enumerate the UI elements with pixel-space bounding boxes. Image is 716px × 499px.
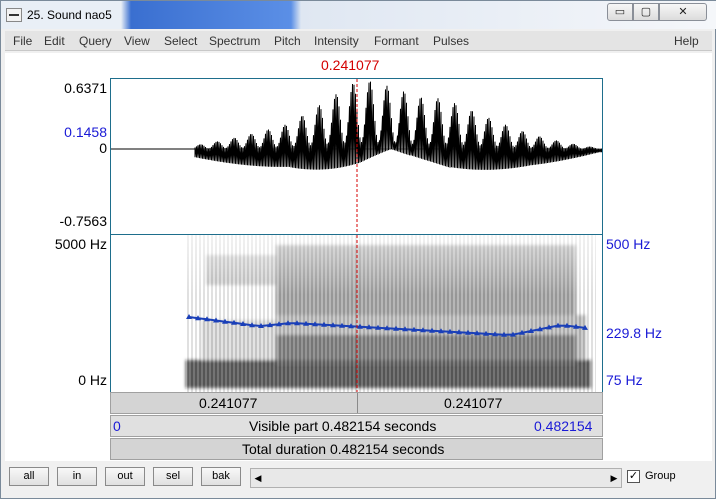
visible-part-label[interactable]: Visible part 0.482154 seconds [249,418,436,434]
title-bar[interactable]: 25. Sound nao5 ▭ ▢ ✕ [1,1,716,29]
waveform-cursor-value-label: 0.1458 [64,124,107,140]
scroll-right-arrow-icon[interactable]: ▶ [607,469,621,487]
menu-intensity[interactable]: Intensity [314,34,359,48]
cursor-divider [357,393,358,413]
scroll-left-arrow-icon[interactable]: ◀ [251,469,265,487]
pitch-min-label: 75 Hz [606,372,643,388]
minimize-button[interactable]: ▭ [607,3,633,21]
waveform-plot [111,79,602,234]
waveform-zero-label: 0 [99,140,107,156]
zoom-back-button[interactable]: bak [201,467,241,486]
visible-start-time: 0 [113,418,121,434]
menu-pitch[interactable]: Pitch [274,34,301,48]
menu-formant[interactable]: Formant [374,34,419,48]
praat-app-icon [6,8,22,22]
visible-end-time: 0.482154 [534,418,593,434]
zoom-in-button[interactable]: in [57,467,97,486]
menu-edit[interactable]: Edit [44,34,65,48]
pitch-max-label: 500 Hz [606,236,651,252]
menu-pulses[interactable]: Pulses [433,34,469,48]
view-all-button[interactable]: all [9,467,49,486]
menu-select[interactable]: Select [164,34,197,48]
spectrogram-max-freq-label: 5000 Hz [54,236,107,252]
praat-sound-editor-window: 25. Sound nao5 ▭ ▢ ✕ File Edit Query Vie… [0,0,716,499]
menu-spectrum[interactable]: Spectrum [209,34,260,48]
spectrogram-min-freq-label: 0 Hz [78,372,107,388]
waveform-min-label: -0.7563 [59,213,107,229]
menu-view[interactable]: View [124,34,150,48]
spectrogram-panel[interactable] [110,235,603,392]
waveform-panel[interactable] [110,78,603,235]
bottom-toolbar: all in out sel bak ◀ ▶ ✓ Group [5,461,712,495]
pitch-cursor-value-label: 229.8 Hz [606,325,663,341]
left-segment-duration[interactable]: 0.241077 [199,395,257,411]
group-label: Group [645,470,676,482]
right-segment-duration[interactable]: 0.241077 [444,395,502,411]
close-button[interactable]: ✕ [659,3,707,21]
total-duration-bar[interactable]: Total duration 0.482154 seconds [110,438,603,460]
cursor-time-label: 0.241077 [321,57,380,73]
horizontal-scrollbar[interactable]: ◀ ▶ [250,468,622,488]
total-duration-label[interactable]: Total duration 0.482154 seconds [242,441,444,457]
visible-part-bar[interactable]: 0 Visible part 0.482154 seconds 0.482154 [110,415,603,437]
zoom-to-selection-button[interactable]: sel [153,467,193,486]
window-title: 25. Sound nao5 [27,8,112,22]
waveform-max-label: 0.6371 [64,80,107,96]
spectrogram-plot [111,235,602,392]
waveform-samples [194,81,602,170]
zoom-out-button[interactable]: out [105,467,145,486]
menu-bar: File Edit Query View Select Spectrum Pit… [5,31,712,51]
menu-help[interactable]: Help [674,34,699,48]
menu-file[interactable]: File [13,34,32,48]
maximize-button[interactable]: ▢ [633,3,659,21]
group-checkbox[interactable]: ✓ [627,470,640,483]
selection-time-bar[interactable]: 0.241077 0.241077 [110,392,603,414]
waveform-trace [194,81,602,170]
menu-query[interactable]: Query [79,34,112,48]
